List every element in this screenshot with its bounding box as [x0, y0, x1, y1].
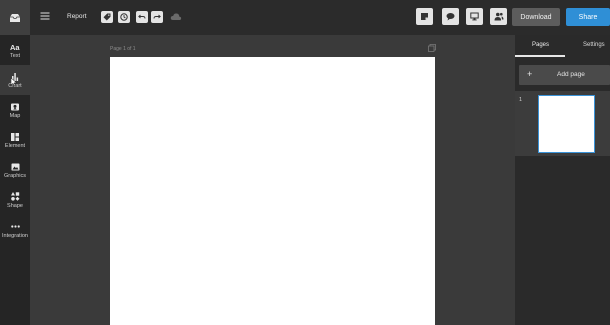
undo-button[interactable]	[136, 11, 148, 23]
plus-icon: +	[527, 69, 533, 79]
present-button[interactable]	[466, 8, 483, 25]
comments-button[interactable]	[442, 8, 459, 25]
sidebar-item-chart[interactable]: Chart	[0, 65, 30, 95]
shape-icon	[10, 192, 20, 202]
sidebar-item-graphics[interactable]: Graphics	[0, 155, 30, 185]
collaborators-button[interactable]	[490, 8, 507, 25]
hamburger-menu-icon[interactable]	[40, 11, 50, 21]
map-icon	[11, 102, 19, 112]
add-page-button[interactable]: + Add page	[519, 65, 610, 85]
sidebar-item-label: Shape	[7, 202, 23, 209]
panel-tabs: Pages Settings	[515, 35, 610, 57]
sidebar-item-label: Element	[4, 142, 26, 149]
redo-icon	[153, 14, 161, 19]
sidebar-item-shape[interactable]: Shape	[0, 185, 30, 215]
element-icon	[11, 132, 19, 142]
document-title[interactable]: Report	[67, 13, 87, 20]
share-button[interactable]: Share	[566, 8, 610, 26]
text-icon: Aa	[10, 42, 20, 52]
logo[interactable]	[0, 0, 30, 35]
left-sidebar: Aa Text Chart Map Element Graphics Shape	[0, 0, 30, 325]
duplicate-page-icon[interactable]	[428, 44, 436, 52]
tag-icon	[103, 13, 111, 21]
page-thumbnail-row[interactable]: 1	[515, 91, 610, 156]
comment-icon	[446, 13, 455, 21]
inbox-icon	[10, 13, 20, 22]
sidebar-item-integration[interactable]: Integration	[0, 215, 30, 245]
sidebar-item-text[interactable]: Aa Text	[0, 35, 30, 65]
users-icon	[494, 12, 503, 21]
sidebar-item-label: Text	[9, 52, 21, 59]
tag-button[interactable]	[101, 11, 113, 23]
sidebar-item-label: Integration	[2, 232, 28, 239]
notes-button[interactable]	[416, 8, 433, 25]
svg-text:Aa: Aa	[10, 43, 20, 51]
redo-button[interactable]	[151, 11, 163, 23]
sidebar-item-map[interactable]: Map	[0, 95, 30, 125]
undo-icon	[138, 14, 146, 19]
history-button[interactable]	[118, 11, 130, 23]
sidebar-item-label: Map	[9, 112, 21, 119]
mouse-cursor-icon	[11, 78, 17, 86]
monitor-icon	[470, 12, 479, 21]
clock-icon	[120, 13, 128, 21]
sidebar-item-element[interactable]: Element	[0, 125, 30, 155]
cloud-sync-icon	[170, 13, 182, 20]
tab-pages[interactable]: Pages	[532, 42, 549, 48]
page-number: 1	[519, 97, 523, 103]
top-toolbar: Report Download Share	[30, 0, 610, 35]
report-page-canvas[interactable]	[110, 57, 435, 325]
right-panel: Pages Settings + Add page 1	[515, 35, 610, 325]
download-button[interactable]: Download	[512, 8, 560, 26]
tab-settings[interactable]: Settings	[583, 42, 605, 48]
sidebar-item-label: Graphics	[3, 172, 26, 179]
active-tab-indicator	[515, 55, 565, 57]
add-page-label: Add page	[557, 71, 585, 78]
page-indicator: Page 1 of 1	[110, 46, 136, 52]
note-icon	[421, 13, 428, 20]
image-icon	[11, 162, 20, 172]
more-icon	[10, 222, 20, 232]
page-thumbnail[interactable]	[538, 95, 595, 153]
